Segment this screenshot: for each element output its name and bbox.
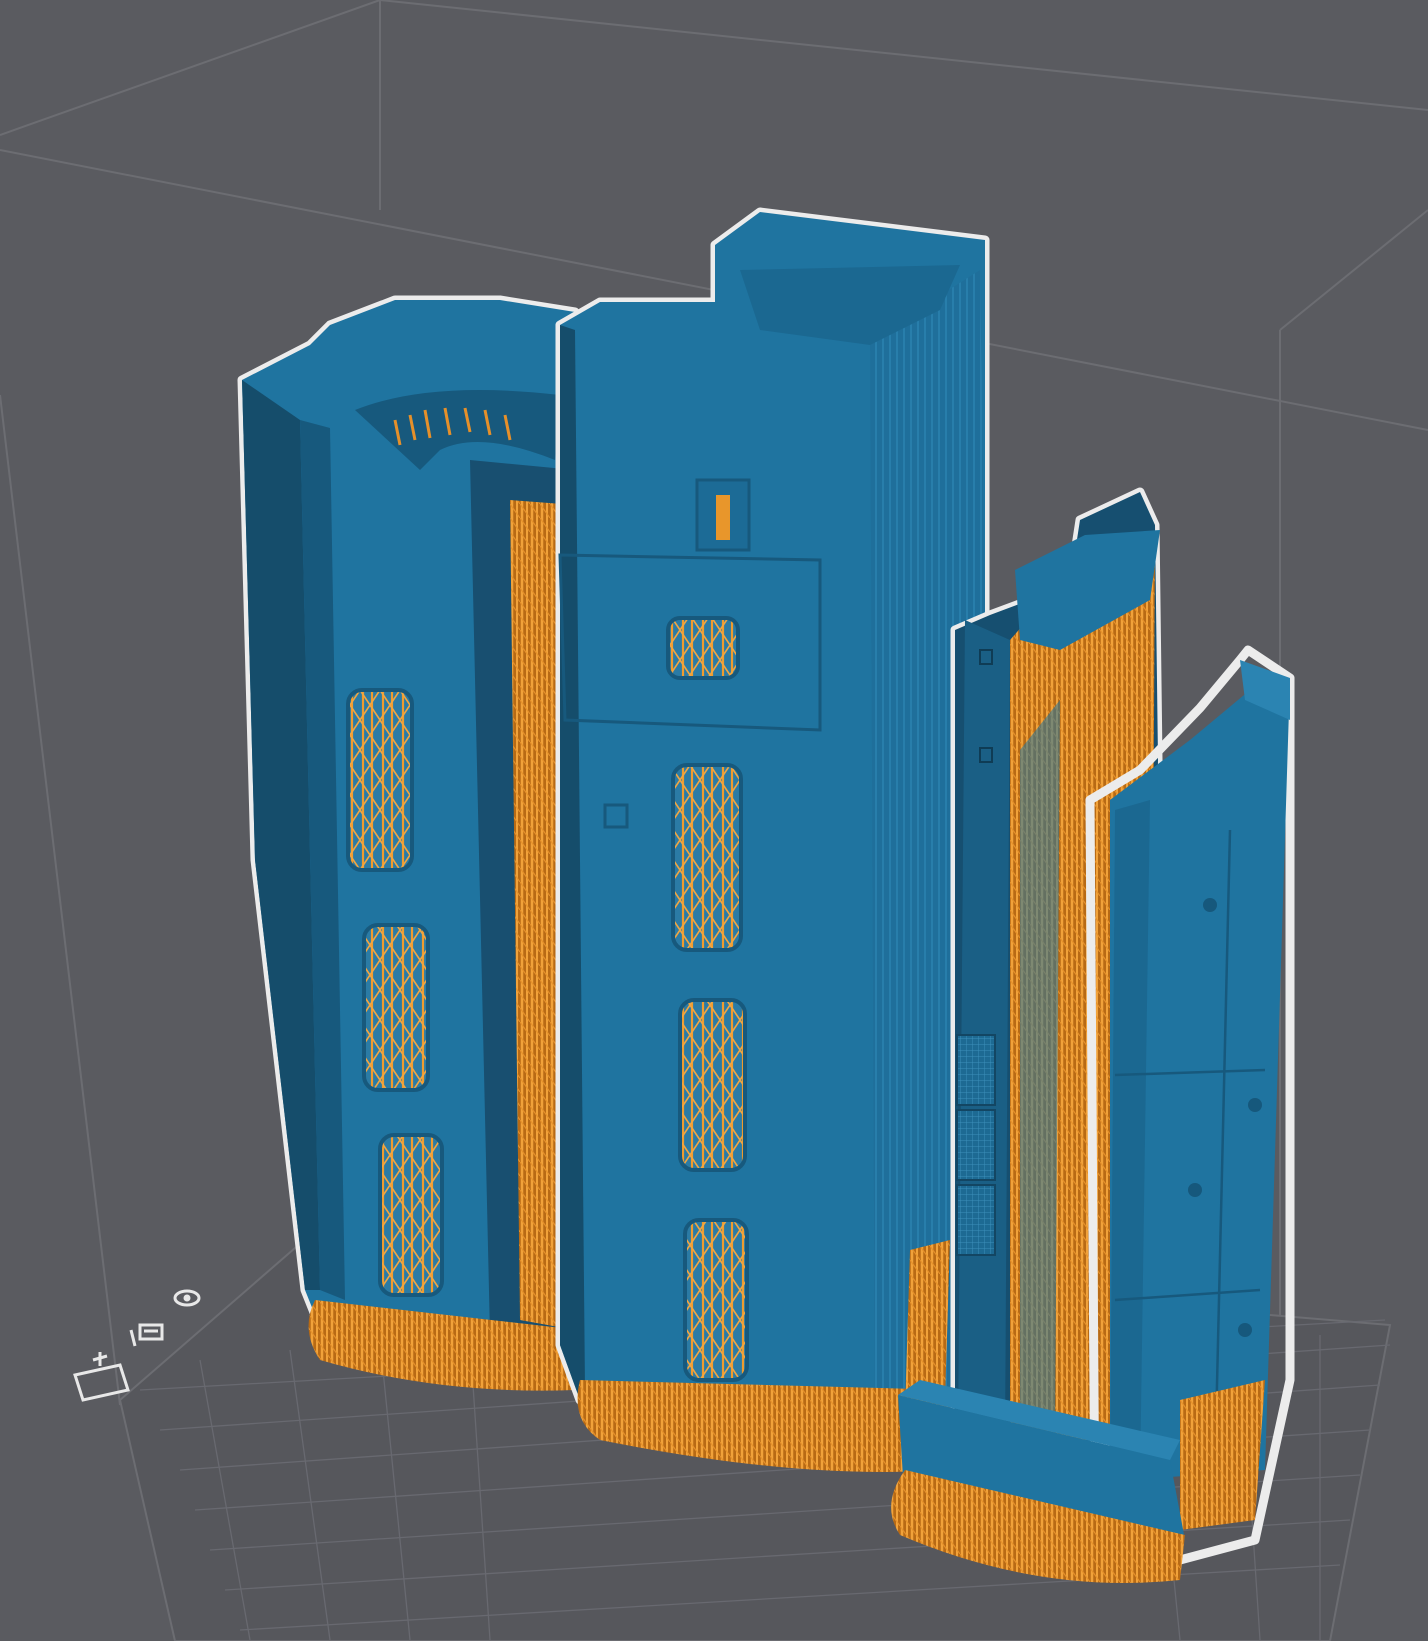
grid-add-icon[interactable] [73, 1352, 130, 1402]
eye-icon[interactable] [173, 1289, 201, 1307]
3d-viewport[interactable] [0, 0, 1428, 1641]
left-tower-part[interactable] [237, 295, 580, 1391]
layer-list-icon[interactable] [129, 1323, 164, 1347]
center-tower-part[interactable] [555, 207, 990, 1472]
